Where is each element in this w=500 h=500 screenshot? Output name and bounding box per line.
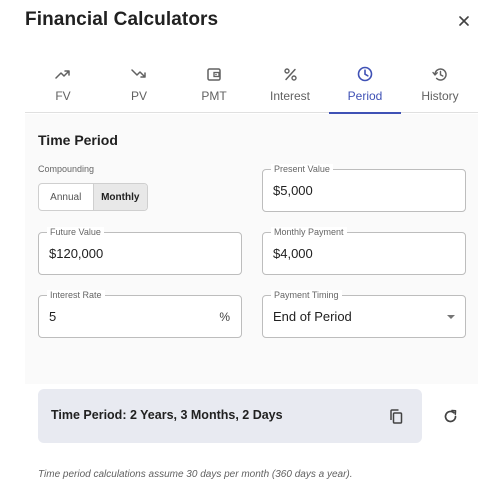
field-value: 5 (49, 309, 57, 324)
dialog-title: Financial Calculators (25, 9, 219, 30)
tab-label: Interest (269, 89, 311, 103)
field-value: End of Period (273, 309, 352, 324)
compounding-annual-option[interactable]: Annual (39, 184, 93, 210)
tab-interest[interactable]: Interest (252, 62, 328, 113)
footnote: Time period calculations assume 30 days … (38, 469, 353, 480)
future-value-field[interactable]: Future Value $120,000 (38, 227, 242, 275)
tab-label: FV (55, 89, 71, 103)
calculator-tabs: FV PV PMT Interest Period History (25, 62, 478, 114)
refresh-button[interactable] (442, 408, 458, 424)
tab-label: PV (130, 89, 147, 103)
section-title: Time Period (38, 132, 118, 148)
field-label: Interest Rate (47, 290, 105, 301)
interest-rate-field[interactable]: Interest Rate 5 % (38, 290, 242, 338)
field-label: Present Value (271, 164, 333, 175)
tab-pmt[interactable]: PMT (176, 62, 252, 113)
result-text: Time Period: 2 Years, 3 Months, 2 Days (51, 408, 283, 422)
tab-fv[interactable]: FV (25, 62, 101, 113)
dropdown-arrow-icon (447, 315, 455, 319)
tab-pv[interactable]: PV (101, 62, 177, 113)
payment-timing-select[interactable]: Payment Timing End of Period (262, 290, 466, 338)
field-value: $120,000 (49, 246, 104, 261)
copy-button[interactable] (388, 408, 404, 424)
wallet-icon (207, 66, 221, 82)
percent-suffix: % (219, 310, 230, 324)
trending-down-icon (131, 66, 147, 82)
tab-history[interactable]: History (402, 62, 478, 113)
field-label: Payment Timing (271, 290, 342, 301)
present-value-field[interactable]: Present Value $5,000 (262, 164, 466, 212)
field-label: Future Value (47, 227, 104, 238)
close-icon (459, 16, 469, 26)
refresh-icon (444, 409, 456, 422)
field-value: $4,000 (273, 246, 313, 261)
clock-icon (357, 66, 373, 82)
compounding-monthly-option[interactable]: Monthly (92, 184, 147, 210)
result-box: Time Period: 2 Years, 3 Months, 2 Days (38, 389, 422, 443)
time-period-panel: Time Period Compounding Annual Monthly P… (25, 114, 478, 384)
tab-label: PMT (201, 89, 227, 103)
close-button[interactable] (456, 13, 472, 29)
history-icon (432, 66, 448, 82)
copy-icon (390, 408, 403, 424)
field-value: $5,000 (273, 183, 313, 198)
trending-up-icon (55, 66, 71, 82)
tab-period[interactable]: Period (327, 62, 403, 114)
monthly-payment-field[interactable]: Monthly Payment $4,000 (262, 227, 466, 275)
tab-label: Period (347, 89, 383, 103)
tab-label: History (421, 89, 459, 103)
compounding-label: Compounding (38, 164, 95, 174)
field-label: Monthly Payment (271, 227, 347, 238)
compounding-toggle: Annual Monthly (38, 183, 148, 211)
percent-icon (283, 66, 297, 82)
